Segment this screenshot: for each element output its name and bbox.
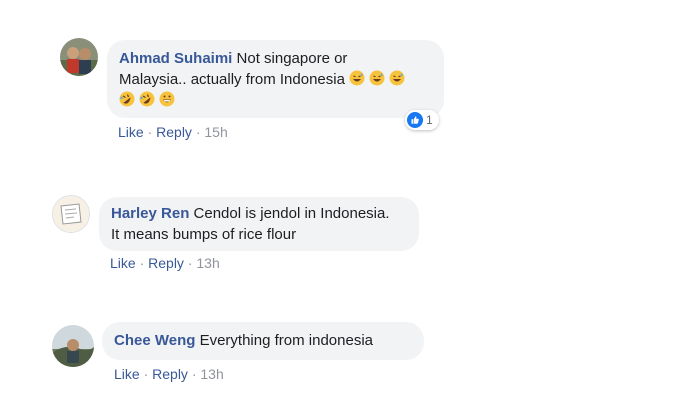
like-reaction-icon: [407, 112, 423, 128]
comment-author[interactable]: Harley Ren: [111, 205, 189, 222]
separator: ·: [191, 124, 205, 140]
comment-timestamp[interactable]: 15h: [204, 124, 227, 140]
comment-text: Malaysia.. actually from Indonesia: [119, 71, 345, 88]
comment-text: Everything from indonesia: [195, 332, 373, 349]
comment-author[interactable]: Chee Weng: [114, 332, 195, 349]
comment-text: Not singapore or: [232, 50, 348, 67]
grinning-sweat-icon: [389, 70, 405, 86]
separator: ·: [135, 255, 149, 271]
separator: ·: [187, 366, 201, 382]
avatar[interactable]: [52, 195, 90, 233]
comment-timestamp[interactable]: 13h: [196, 255, 219, 271]
emoji-row: [349, 70, 405, 88]
reaction-count-badge[interactable]: 1: [405, 110, 439, 130]
like-link[interactable]: Like: [114, 366, 140, 382]
comment-ahmad-suhaimi: Ahmad Suhaimi Not singapore or Malaysia.…: [0, 0, 700, 150]
reply-link[interactable]: Reply: [152, 366, 188, 382]
grinning-icon: [159, 91, 175, 107]
comment-bubble: Chee Weng Everything from indonesia: [102, 322, 424, 360]
like-link[interactable]: Like: [110, 255, 136, 271]
grinning-sweat-icon: [349, 70, 365, 86]
separator: ·: [139, 366, 153, 382]
rolling-laughing-icon: [119, 91, 135, 107]
comment-actions: Like · Reply · 15h: [118, 124, 228, 140]
separator: ·: [143, 124, 157, 140]
comment-chee-weng: Chee Weng Everything from indonesia Like…: [0, 280, 700, 404]
reply-link[interactable]: Reply: [156, 124, 192, 140]
comment-harley-ren: Harley Ren Cendol is jendol in Indonesia…: [0, 150, 700, 280]
comment-text: It means bumps of rice flour: [111, 226, 297, 243]
comment-text: Cendol is jendol in Indonesia.: [189, 205, 390, 222]
like-link[interactable]: Like: [118, 124, 144, 140]
emoji-row: [119, 90, 432, 111]
avatar[interactable]: [52, 325, 94, 367]
comment-timestamp[interactable]: 13h: [200, 366, 223, 382]
comment-bubble: Harley Ren Cendol is jendol in Indonesia…: [99, 197, 419, 251]
comment-author[interactable]: Ahmad Suhaimi: [119, 50, 232, 67]
avatar[interactable]: [60, 38, 98, 76]
comment-bubble: Ahmad Suhaimi Not singapore or Malaysia.…: [107, 40, 444, 118]
separator: ·: [183, 255, 197, 271]
grinning-sweat-icon: [369, 70, 385, 86]
reply-link[interactable]: Reply: [148, 255, 184, 271]
reaction-count: 1: [426, 113, 433, 127]
comment-actions: Like · Reply · 13h: [110, 255, 220, 271]
comment-actions: Like · Reply · 13h: [114, 366, 224, 382]
rolling-laughing-icon: [139, 91, 155, 107]
